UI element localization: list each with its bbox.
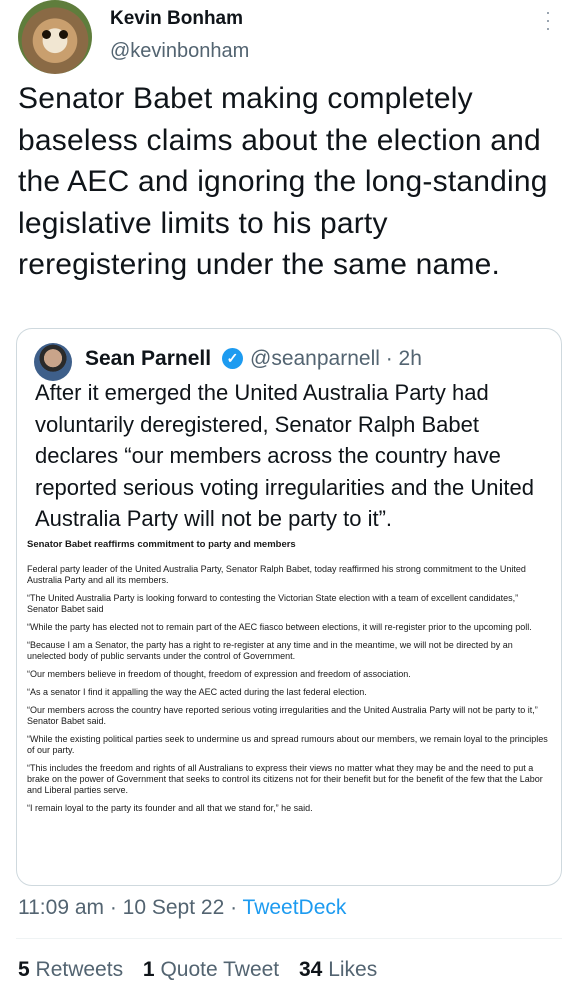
quote-tweets-count: 1 — [142, 958, 155, 981]
tweet-source-link[interactable]: TweetDeck — [243, 896, 347, 919]
author-display-name[interactable]: Kevin Bonham — [110, 8, 243, 30]
press-release-paragraph: “As a senator I find it appalling the wa… — [27, 687, 367, 697]
avatar-eye — [59, 30, 68, 39]
press-release-title: Senator Babet reaffirms commitment to pa… — [27, 539, 296, 550]
retweets-stat[interactable]: 5 Retweets — [18, 958, 123, 981]
press-release-paragraph: Federal party leader of the United Austr… — [27, 564, 526, 585]
tweet-meta: 11:09 am · 10 Sept 22 · TweetDeck — [18, 896, 346, 920]
quote-tweets-label: Quote Tweet — [160, 958, 280, 981]
author-avatar[interactable] — [18, 0, 92, 74]
press-release-paragraph: “Because I am a Senator, the party has a… — [27, 640, 513, 661]
verified-badge-icon: ✓ — [222, 348, 243, 369]
press-release-paragraph: “Our members across the country have rep… — [27, 705, 538, 726]
press-release-paragraph: “While the party has elected not to rema… — [27, 622, 532, 632]
likes-count: 34 — [299, 958, 323, 981]
quoted-author-avatar — [34, 343, 72, 381]
likes-stat[interactable]: 34 Likes — [299, 958, 377, 981]
quoted-tweet-text: After it emerged the United Australia Pa… — [35, 380, 534, 531]
more-options-icon[interactable]: · · · — [541, 3, 555, 37]
press-release-image[interactable]: Senator Babet reaffirms commitment to pa… — [27, 539, 551, 879]
quoted-author-handle-time: @seanparnell · 2h — [250, 347, 422, 370]
engagement-stats: 5 Retweets 1 Quote Tweet 34 Likes — [18, 958, 391, 982]
divider — [16, 938, 562, 939]
tweet-text: Senator Babet making completely baseless… — [18, 82, 548, 281]
quoted-author-name: Sean Parnell — [85, 347, 212, 370]
retweets-count: 5 — [18, 958, 30, 981]
tweet-timestamp[interactable]: 11:09 am · 10 Sept 22 · — [18, 896, 243, 919]
press-release-paragraph: “I remain loyal to the party its founder… — [27, 803, 313, 813]
press-release-paragraph: “Our members believe in freedom of thoug… — [27, 669, 411, 679]
avatar-eye — [42, 30, 51, 39]
quote-tweets-stat[interactable]: 1 Quote Tweet — [143, 958, 279, 981]
press-release-paragraph: “While the existing political parties se… — [27, 734, 548, 755]
retweets-label: Retweets — [35, 958, 124, 981]
press-release-paragraph: “This includes the freedom and rights of… — [27, 763, 543, 795]
author-handle[interactable]: @kevinbonham — [110, 40, 249, 63]
likes-label: Likes — [328, 958, 378, 981]
quoted-tweet-card[interactable]: Sean Parnell ✓ @seanparnell · 2h After i… — [16, 328, 562, 886]
press-release-paragraph: “The United Australia Party is looking f… — [27, 593, 519, 614]
